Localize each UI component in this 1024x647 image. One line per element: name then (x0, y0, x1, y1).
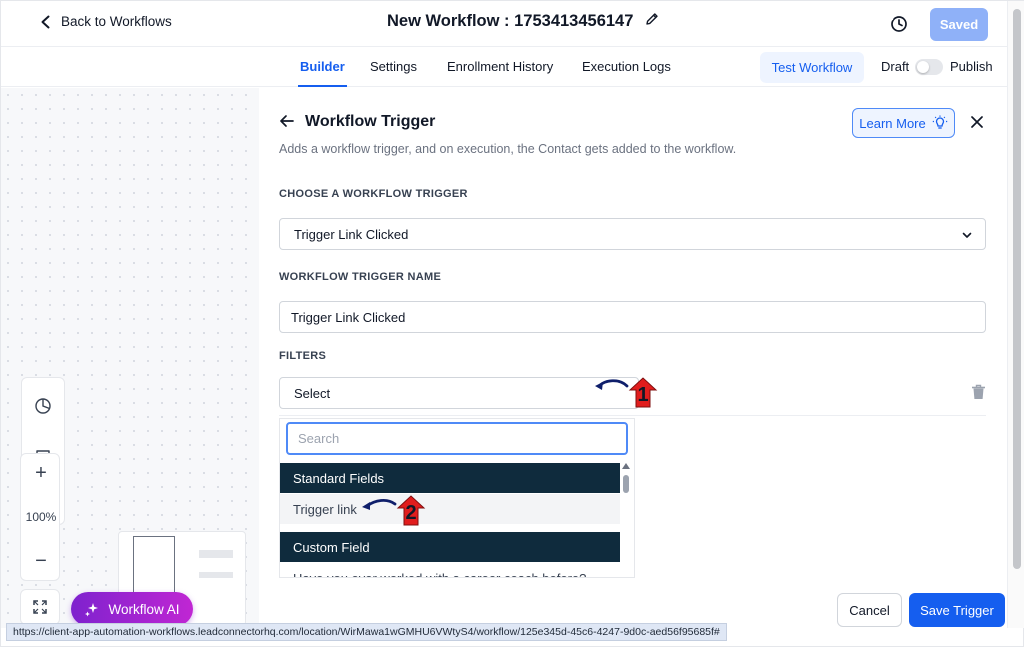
workflow-title-wrap: New Workflow : 1753413456147 (387, 12, 659, 31)
edit-title-button[interactable] (645, 12, 659, 31)
status-url-bar: https://client-app-automation-workflows.… (6, 623, 727, 641)
trigger-panel: Workflow Trigger Adds a workflow trigger… (259, 88, 1007, 628)
minimap-node (199, 550, 233, 558)
save-trigger-button[interactable]: Save Trigger (909, 593, 1005, 627)
annotation-step-2: 2 (359, 494, 431, 533)
dropdown-scrollbar[interactable] (622, 463, 630, 577)
filters-divider (279, 415, 986, 416)
tab-settings[interactable]: Settings (370, 59, 417, 74)
saved-button[interactable]: Saved (930, 8, 988, 41)
filter-select-value: Select (294, 386, 331, 401)
filters-section-label: FILTERS (279, 350, 327, 362)
top-bar: Back to Workflows New Workflow : 1753413… (1, 1, 1007, 47)
sparkles-icon (85, 603, 99, 617)
page-scrollbar[interactable] (1007, 1, 1024, 628)
trigger-select-value: Trigger Link Clicked (294, 227, 409, 242)
chevron-left-icon (41, 15, 50, 28)
plus-icon: + (35, 461, 47, 484)
zoom-in-button[interactable]: + (21, 456, 61, 490)
zoom-level: 100% (25, 510, 57, 524)
fit-screen-button[interactable] (20, 589, 60, 625)
trigger-select[interactable]: Trigger Link Clicked (279, 218, 986, 250)
tab-builder[interactable]: Builder (298, 59, 347, 87)
learn-more-label: Learn More (859, 115, 926, 131)
dropdown-search-input[interactable]: Search (286, 422, 628, 455)
tab-enrollment-history[interactable]: Enrollment History (447, 59, 553, 74)
zoom-controls: + 100% − (20, 453, 60, 581)
annotation-step-1: 1 (593, 376, 665, 415)
fit-screen-icon (33, 600, 47, 614)
workflow-ai-label: Workflow AI (108, 601, 180, 617)
pencil-icon (646, 13, 659, 25)
toggle-knob (917, 61, 929, 73)
tabs-bar: Builder Settings Enrollment History Exec… (1, 47, 1007, 87)
panel-description: Adds a workflow trigger, and on executio… (279, 142, 737, 156)
publish-label: Publish (950, 59, 993, 74)
filter-dropdown: Search Standard Fields Trigger link Cust… (279, 418, 635, 578)
scroll-up-arrow[interactable] (622, 463, 630, 469)
workflow-ai-button[interactable]: Workflow AI (71, 592, 193, 626)
pie-chart-icon[interactable] (34, 397, 52, 415)
draft-label: Draft (881, 59, 910, 74)
search-placeholder: Search (298, 431, 340, 446)
cancel-button[interactable]: Cancel (837, 593, 902, 627)
annotation-2-number: 2 (405, 502, 417, 524)
lightbulb-icon (932, 115, 947, 129)
learn-more-button[interactable]: Learn More (852, 108, 955, 138)
history-icon[interactable] (889, 14, 909, 34)
dropdown-scroll-thumb[interactable] (623, 475, 629, 493)
back-label: Back to Workflows (61, 14, 172, 29)
group-custom-field: Custom Field (280, 532, 620, 562)
test-workflow-button[interactable]: Test Workflow (760, 52, 864, 83)
minimap-node (199, 572, 233, 578)
trigger-name-input[interactable]: Trigger Link Clicked (279, 301, 986, 333)
option-custom-field[interactable]: Have you ever worked with a career coach… (280, 563, 620, 577)
workflow-canvas[interactable]: + 100% − Workflow AI (1, 88, 259, 628)
trigger-section-label: CHOOSE A WORKFLOW TRIGGER (279, 188, 468, 200)
option-trigger-link[interactable]: Trigger link (280, 494, 620, 524)
arrow-left-icon[interactable] (279, 113, 295, 129)
app-window: Back to Workflows New Workflow : 1753413… (0, 0, 1024, 647)
page-scroll-thumb[interactable] (1013, 9, 1021, 569)
minus-icon: − (35, 549, 47, 572)
filter-select[interactable]: Select (279, 377, 639, 409)
publish-toggle[interactable] (915, 59, 943, 75)
back-to-workflows-link[interactable]: Back to Workflows (39, 14, 172, 29)
trash-icon[interactable] (971, 384, 986, 400)
chevron-down-icon (962, 232, 972, 238)
zoom-out-button[interactable]: − (21, 544, 61, 578)
trigger-name-value: Trigger Link Clicked (291, 310, 406, 325)
annotation-1-number: 1 (637, 384, 649, 406)
group-standard-fields: Standard Fields (280, 463, 620, 493)
close-icon[interactable] (970, 115, 984, 129)
name-section-label: WORKFLOW TRIGGER NAME (279, 271, 442, 283)
panel-title: Workflow Trigger (305, 113, 436, 130)
page-title: New Workflow : 1753413456147 (387, 12, 634, 30)
tab-execution-logs[interactable]: Execution Logs (582, 59, 671, 74)
